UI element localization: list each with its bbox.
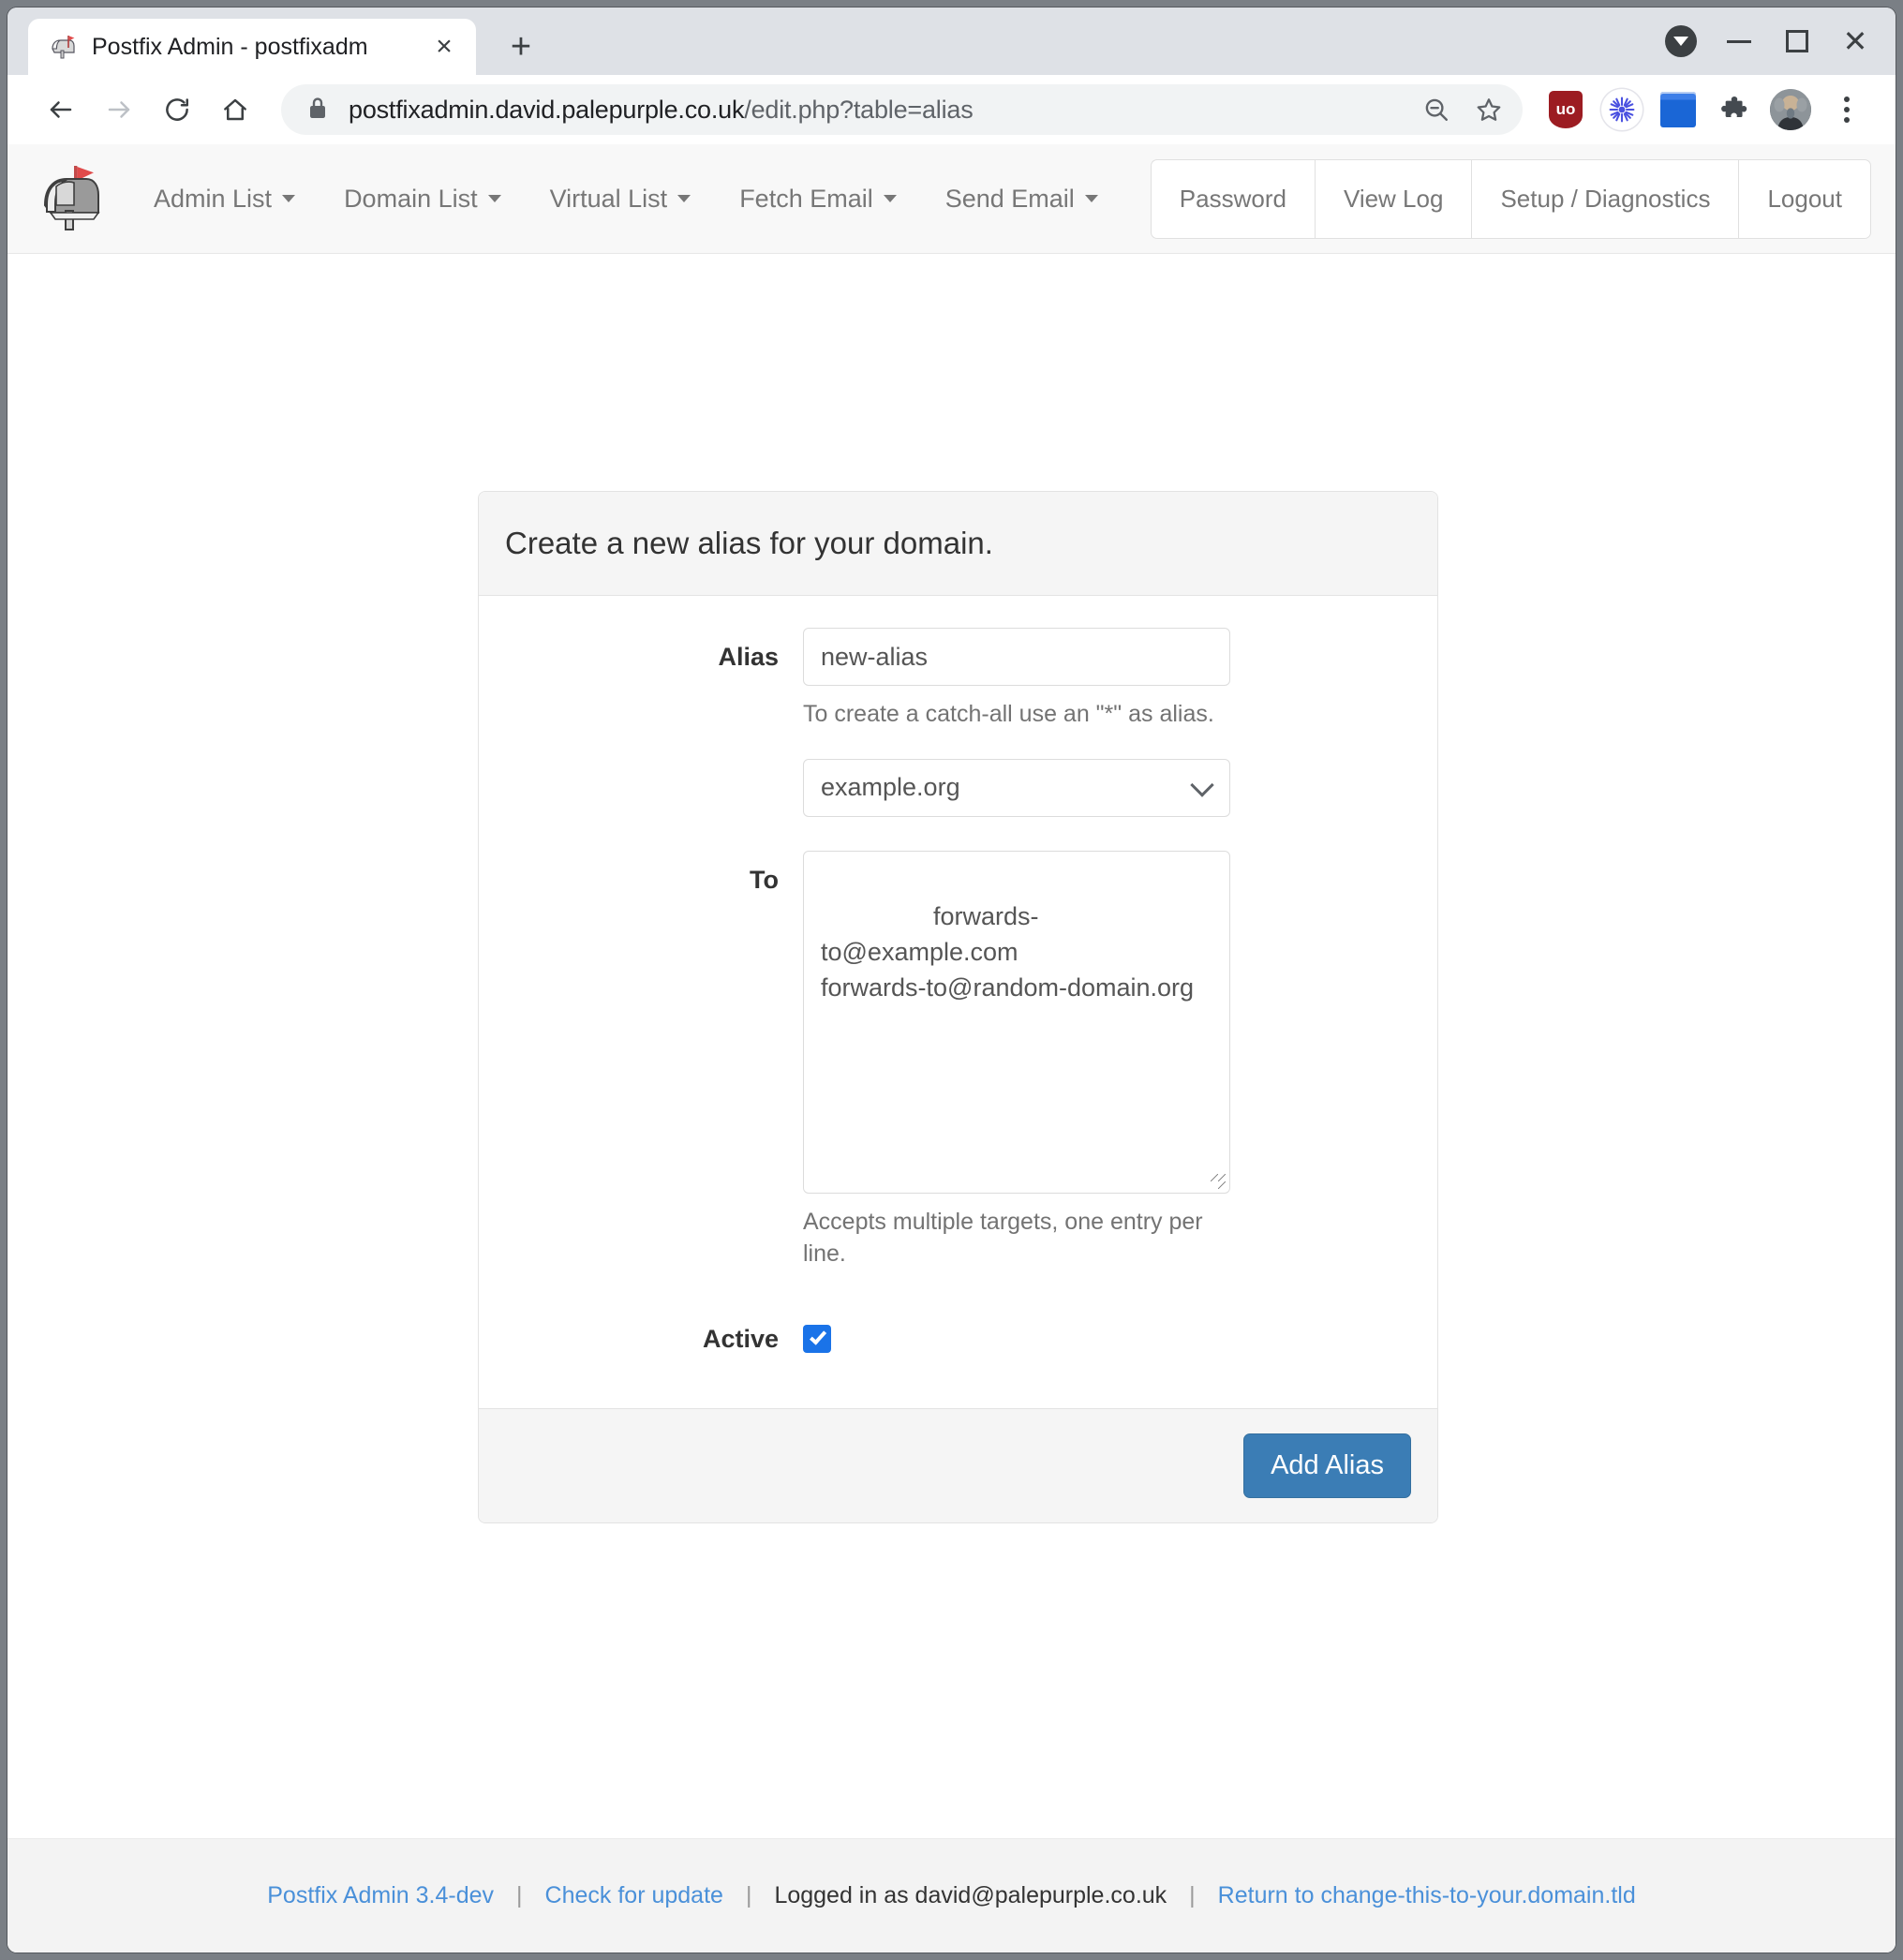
chevron-down-icon xyxy=(677,195,691,202)
chevron-down-icon xyxy=(487,195,501,202)
alias-input[interactable]: new-alias xyxy=(803,628,1230,686)
chevron-down-icon xyxy=(883,195,897,202)
url-host: postfixadmin.david.palepurple.co.uk xyxy=(349,95,745,124)
url-text: postfixadmin.david.palepurple.co.uk/edit… xyxy=(349,96,1410,125)
mailbox-icon xyxy=(49,33,77,61)
check-icon xyxy=(809,1328,826,1345)
tab-strip: Postfix Admin - postfixadm × + ✕ xyxy=(7,7,1896,75)
to-label: To xyxy=(750,865,779,894)
url-path: /edit.php?table=alias xyxy=(744,95,974,124)
minimize-icon[interactable] xyxy=(1710,12,1768,70)
app-nav-items: Admin List Domain List Virtual List Fetc… xyxy=(129,185,1122,214)
active-label: Active xyxy=(702,1324,779,1353)
card-title: Create a new alias for your domain. xyxy=(479,492,1437,596)
nav-item-send-email[interactable]: Send Email xyxy=(921,185,1122,214)
to-row: To forwards-to@example.com forwards-to@r… xyxy=(505,850,1411,1270)
browser-toolbar: postfixadmin.david.palepurple.co.uk/edit… xyxy=(7,75,1896,144)
nav-item-virtual-list[interactable]: Virtual List xyxy=(526,185,716,214)
browser-window: Postfix Admin - postfixadm × + ✕ postfix… xyxy=(7,7,1896,1953)
avatar[interactable] xyxy=(1764,83,1817,136)
card-body: Alias new-alias To create a catch-all us… xyxy=(479,596,1437,1408)
tab-search-icon[interactable] xyxy=(1652,12,1710,70)
check-for-update-link[interactable]: Check for update xyxy=(545,1882,723,1909)
nav-item-label: Domain List xyxy=(344,184,478,213)
ublock-origin-icon[interactable]: uo xyxy=(1539,83,1592,136)
star-icon[interactable] xyxy=(1463,88,1515,131)
domain-select[interactable]: example.org xyxy=(803,758,1230,817)
postfix-admin-mailbox-logo[interactable] xyxy=(36,160,105,237)
to-textarea[interactable]: forwards-to@example.com forwards-to@rand… xyxy=(803,850,1230,1194)
footer-separator: | xyxy=(745,1882,752,1908)
alias-field-group: new-alias To create a catch-all use an "… xyxy=(803,628,1230,817)
back-arrow-icon[interactable] xyxy=(32,81,90,139)
active-field-group xyxy=(803,1310,1230,1353)
ublock-origin-label: uo xyxy=(1549,91,1583,128)
page-viewport: Admin List Domain List Virtual List Fetc… xyxy=(7,144,1896,1953)
app-nav-buttons: Password View Log Setup / Diagnostics Lo… xyxy=(1150,158,1871,239)
tab-title: Postfix Admin - postfixadm xyxy=(92,33,368,60)
nav-item-label: Admin List xyxy=(154,184,273,213)
alias-row: Alias new-alias To create a catch-all us… xyxy=(505,628,1411,817)
nav-item-admin-list[interactable]: Admin List xyxy=(129,185,320,214)
browser-tab[interactable]: Postfix Admin - postfixadm × xyxy=(28,19,476,75)
reload-icon[interactable] xyxy=(148,81,206,139)
password-button[interactable]: Password xyxy=(1150,158,1315,239)
home-icon[interactable] xyxy=(206,81,264,139)
three-dot-menu-icon[interactable] xyxy=(1821,83,1873,136)
logged-in-text: Logged in as david@palepurple.co.uk xyxy=(774,1882,1167,1908)
forward-arrow-icon[interactable] xyxy=(90,81,148,139)
app-navbar: Admin List Domain List Virtual List Fetc… xyxy=(7,144,1896,254)
domain-select-value: example.org xyxy=(821,773,960,801)
active-checkbox[interactable] xyxy=(803,1324,831,1353)
add-alias-button[interactable]: Add Alias xyxy=(1243,1433,1411,1498)
chevron-down-icon xyxy=(282,195,296,202)
footer-separator: | xyxy=(1189,1882,1196,1908)
view-log-button[interactable]: View Log xyxy=(1314,158,1472,239)
setup-diagnostics-button[interactable]: Setup / Diagnostics xyxy=(1471,158,1739,239)
main-content: Create a new alias for your domain. Alia… xyxy=(7,254,1896,1838)
alias-help-text: To create a catch-all use an "*" as alia… xyxy=(803,701,1214,727)
nav-item-label: Send Email xyxy=(944,184,1075,213)
lock-icon xyxy=(307,96,328,125)
address-bar[interactable]: postfixadmin.david.palepurple.co.uk/edit… xyxy=(281,84,1523,135)
puzzle-extensions-icon[interactable] xyxy=(1708,83,1761,136)
nav-item-label: Fetch Email xyxy=(739,184,873,213)
card-footer: Add Alias xyxy=(479,1407,1437,1522)
blue-window-extension-icon[interactable] xyxy=(1652,83,1704,136)
tab-close-icon[interactable]: × xyxy=(425,28,463,66)
return-to-domain-link[interactable]: Return to change-this-to-your.domain.tld xyxy=(1218,1882,1636,1909)
chevron-down-icon xyxy=(1190,772,1214,797)
nav-item-domain-list[interactable]: Domain List xyxy=(320,185,526,214)
chevron-down-icon xyxy=(1084,195,1098,202)
to-textarea-value: forwards-to@example.com forwards-to@rand… xyxy=(821,902,1195,1002)
to-field-group: forwards-to@example.com forwards-to@rand… xyxy=(803,850,1230,1270)
maximize-icon[interactable] xyxy=(1768,12,1826,70)
active-row: Active xyxy=(505,1310,1411,1354)
version-link[interactable]: Postfix Admin 3.4-dev xyxy=(267,1882,494,1909)
resize-handle[interactable] xyxy=(1211,1173,1226,1189)
window-controls: ✕ xyxy=(1652,7,1896,75)
footer-separator: | xyxy=(516,1882,523,1908)
close-icon[interactable]: ✕ xyxy=(1826,12,1884,70)
create-alias-card: Create a new alias for your domain. Alia… xyxy=(478,491,1438,1523)
alias-label: Alias xyxy=(718,643,779,671)
nav-item-fetch-email[interactable]: Fetch Email xyxy=(715,185,921,214)
burst-extension-icon[interactable] xyxy=(1596,83,1648,136)
nav-item-label: Virtual List xyxy=(549,184,668,213)
new-tab-button[interactable]: + xyxy=(498,24,543,69)
zoom-out-icon[interactable] xyxy=(1410,88,1463,131)
logout-button[interactable]: Logout xyxy=(1738,158,1871,239)
site-footer: Postfix Admin 3.4-dev | Check for update… xyxy=(7,1838,1896,1953)
to-help-text: Accepts multiple targets, one entry per … xyxy=(803,1208,1203,1268)
